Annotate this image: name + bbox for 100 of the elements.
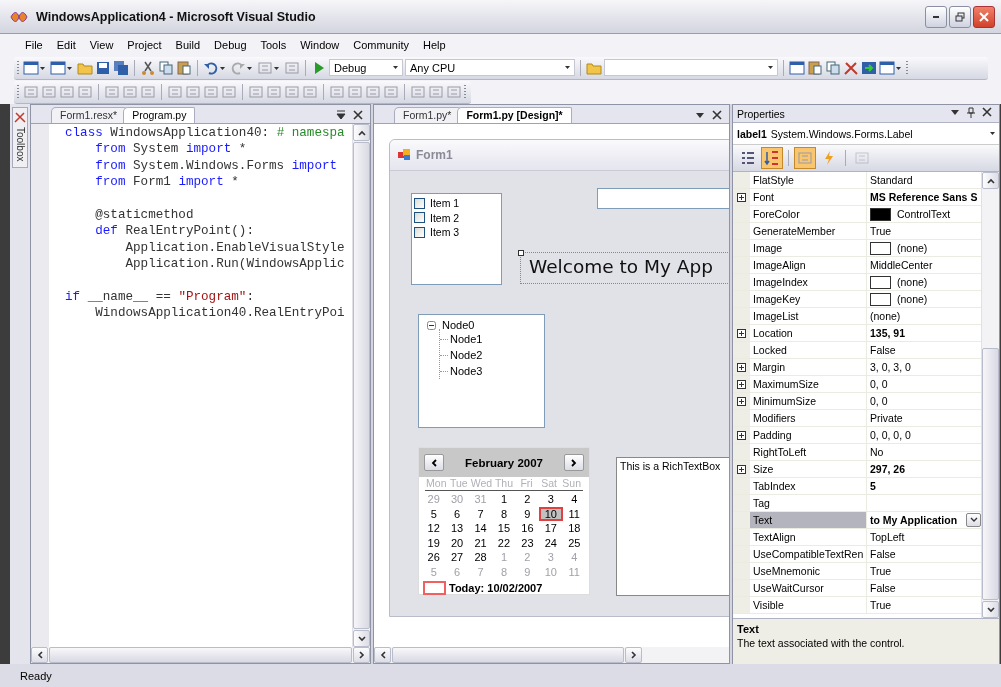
calendar-day[interactable]: 13 <box>445 521 469 536</box>
copy-icon[interactable] <box>158 59 174 76</box>
property-name[interactable]: RightToLeft <box>750 444 867 460</box>
save-all-icon[interactable] <box>113 59 129 76</box>
calendar-day[interactable]: 19 <box>422 535 446 550</box>
calendar-day[interactable]: 10 <box>539 506 563 521</box>
scrollbar-thumb[interactable] <box>982 348 999 600</box>
menu-item[interactable]: Tools <box>253 39 294 51</box>
scroll-left-button[interactable] <box>374 647 391 663</box>
calendar-day[interactable]: 20 <box>445 535 469 550</box>
property-name[interactable]: Size <box>750 461 867 477</box>
menu-item[interactable]: Window <box>293 39 347 51</box>
property-name[interactable]: Image <box>750 240 867 256</box>
vertical-scrollbar[interactable] <box>981 172 999 618</box>
calendar-day[interactable]: 11 <box>562 506 586 521</box>
minimize-button[interactable] <box>925 5 947 28</box>
previous-month-button[interactable] <box>424 454 444 471</box>
object-browser-icon[interactable] <box>825 59 841 76</box>
property-name[interactable]: FlatStyle <box>750 172 867 188</box>
tree-node[interactable]: Node3 <box>450 365 483 377</box>
menu-item[interactable]: Edit <box>49 39 83 51</box>
today-link[interactable]: Today: 10/02/2007 <box>449 582 543 594</box>
collapse-icon[interactable] <box>427 320 436 330</box>
property-name[interactable]: TabIndex <box>750 478 867 494</box>
property-name[interactable]: Visible <box>750 597 867 613</box>
alphabetical-sort-icon[interactable] <box>764 150 780 166</box>
categorized-icon[interactable] <box>740 150 756 166</box>
command-window-icon[interactable] <box>879 59 895 76</box>
property-name[interactable]: UseCompatibleTextRen <box>750 546 867 562</box>
calendar-day[interactable]: 1 <box>492 492 516 507</box>
scroll-up-button[interactable] <box>982 172 999 189</box>
property-name[interactable]: MinimumSize <box>750 393 867 409</box>
caret-icon[interactable] <box>695 110 705 120</box>
checked-list-box[interactable]: Item 1 Item 2 Item 3 <box>411 193 502 285</box>
calendar-day[interactable]: 21 <box>468 535 493 550</box>
checkbox[interactable] <box>414 212 425 224</box>
property-name[interactable]: Text <box>750 512 867 528</box>
menu-item[interactable]: View <box>82 39 121 51</box>
configuration-dropdown[interactable]: Debug <box>329 59 403 76</box>
caret-icon[interactable] <box>950 107 960 117</box>
expand-icon[interactable] <box>737 464 746 474</box>
calendar-day[interactable]: 16 <box>515 521 540 536</box>
document-tab[interactable]: Form1.py* <box>394 107 461 123</box>
calendar-day[interactable]: 2 <box>515 492 540 507</box>
property-value-field[interactable]: to My Application <box>870 514 962 526</box>
document-tab[interactable]: Form1.py [Design]* <box>457 107 572 123</box>
calendar-day[interactable]: 7 <box>468 506 493 521</box>
cut-icon[interactable] <box>140 59 156 76</box>
property-name[interactable]: UseMnemonic <box>750 563 867 579</box>
new-project-icon[interactable] <box>23 59 39 76</box>
tree-node[interactable]: Node2 <box>450 349 483 361</box>
scroll-right-button[interactable] <box>625 647 642 663</box>
menu-item[interactable]: Debug <box>207 39 254 51</box>
property-name[interactable]: Font <box>750 189 867 205</box>
restore-button[interactable] <box>949 5 971 28</box>
menu-item[interactable]: Community <box>346 39 416 51</box>
text-box[interactable] <box>597 188 729 209</box>
property-name[interactable]: ImageIndex <box>750 274 867 290</box>
scroll-left-button[interactable] <box>31 647 48 663</box>
menu-item[interactable]: Project <box>120 39 169 51</box>
menu-item[interactable]: Help <box>415 39 453 51</box>
next-month-button[interactable] <box>564 454 584 471</box>
property-name[interactable]: Margin <box>750 359 867 375</box>
calendar-day[interactable]: 4 <box>562 492 586 507</box>
property-name[interactable]: ImageKey <box>750 291 867 307</box>
dropdown-button[interactable] <box>966 513 981 527</box>
properties-window-icon[interactable] <box>807 59 823 76</box>
tree-view[interactable]: Node0 Node1 Node2 Node3 <box>418 314 545 428</box>
solution-explorer-icon[interactable] <box>789 59 805 76</box>
calendar-day[interactable]: 26 <box>422 550 446 565</box>
calendar-day[interactable]: 27 <box>445 550 469 565</box>
month-calendar[interactable]: February 2007 Mon Tue Wed Thu Fri Sat Sun 29 30 31 1 2 3 4 5 6 7 8 9 10 11 12 13 14 15 16 17 18 19 20 21 22 23 24 25 26 27 28 1 2 3 4 5 6 7 8 9 10 11 Today: 10/02/2007 <box>418 447 590 595</box>
rich-text-box[interactable]: This is a RichTextBox <box>616 457 729 596</box>
calendar-day[interactable]: 8 <box>492 506 516 521</box>
scrollbar-thumb[interactable] <box>392 647 624 663</box>
scroll-up-button[interactable] <box>353 124 370 141</box>
expand-icon[interactable] <box>737 379 746 389</box>
platform-dropdown[interactable]: Any CPU <box>405 59 575 76</box>
property-name[interactable]: Padding <box>750 427 867 443</box>
property-name[interactable]: UseWaitCursor <box>750 580 867 596</box>
calendar-day[interactable]: 6 <box>445 506 469 521</box>
horizontal-scrollbar[interactable] <box>374 647 729 663</box>
scroll-right-button[interactable] <box>353 647 370 663</box>
property-name[interactable]: TextAlign <box>750 529 867 545</box>
selection-handle[interactable] <box>518 250 524 256</box>
checkbox[interactable] <box>414 226 425 238</box>
toolbox-tab[interactable]: Toolbox <box>12 107 28 169</box>
tree-node[interactable]: Node1 <box>450 333 483 345</box>
property-name[interactable]: Tag <box>750 495 867 511</box>
checkbox[interactable] <box>414 197 425 209</box>
start-page-icon[interactable] <box>861 59 877 76</box>
calendar-day[interactable]: 15 <box>492 521 516 536</box>
menu-item[interactable]: Build <box>168 39 208 51</box>
calendar-day[interactable]: 14 <box>468 521 493 536</box>
close-icon[interactable] <box>982 107 992 117</box>
paste-icon[interactable] <box>176 59 192 76</box>
calendar-day[interactable]: 17 <box>539 521 563 536</box>
calendar-day[interactable]: 9 <box>515 506 540 521</box>
save-icon[interactable] <box>95 59 111 76</box>
toolbox-icon[interactable] <box>843 59 859 76</box>
